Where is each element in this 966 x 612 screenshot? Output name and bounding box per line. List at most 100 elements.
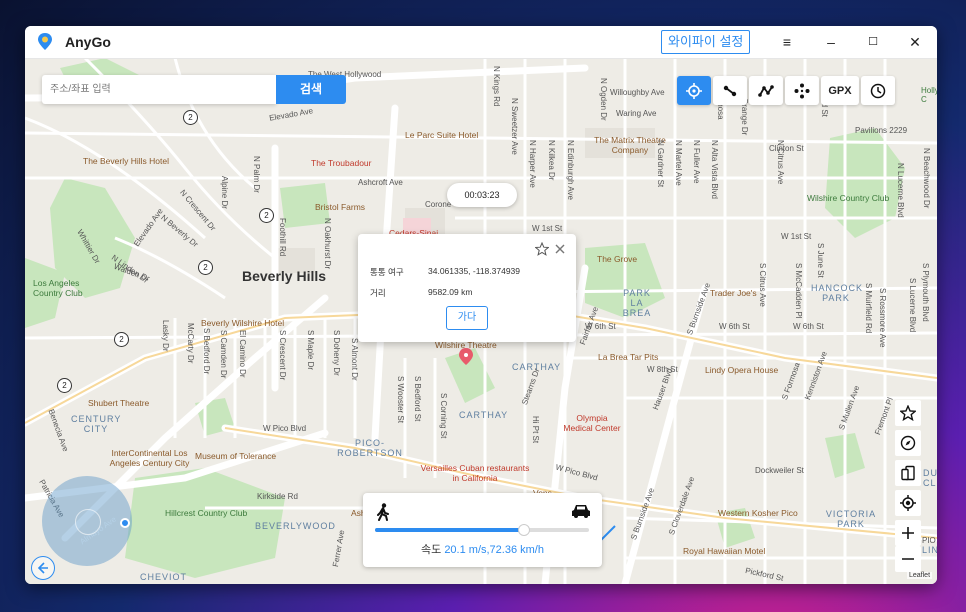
current-location-button[interactable] [895,490,921,516]
compass-icon [900,435,916,451]
map-label-ashcroft: Ashcroft Ave [358,178,403,187]
map-label-lasky: Lasky Dr [161,320,170,352]
menu-icon[interactable]: ≡ [777,32,797,52]
map-label-n-gardner: N Gardner St [656,140,665,188]
multi-spot-mode-button[interactable] [749,76,783,105]
current-position-dot [120,518,130,528]
map-label-royal-hawaiian: Royal Hawaiian Motel [683,546,766,556]
map-label-hancock-park: HANCOCK PARK [811,283,864,303]
map-label-bristol-farms: Bristol Farms [315,202,366,212]
map-label-troubadour: The Troubadour [311,158,372,168]
speed-prefix: 속도 [421,544,442,556]
map-label-n-kilkea: N Kilkea Dr [547,140,556,181]
map-label-linci: LINCI [922,545,937,555]
crosshair-icon [686,82,702,99]
joystick-handle[interactable] [75,509,101,535]
map-label-n-harper: N Harper Ave [528,140,537,188]
map-label-hollywood-right: Holly C [921,86,937,104]
map-label-dockweiler: Dockweiler St [755,466,804,475]
gpx-import-button[interactable]: GPX [821,76,859,105]
device-copy-icon [901,465,915,481]
map-label-s-bedford-2: S Bedford St [413,376,422,422]
device-screen-button[interactable] [895,460,921,486]
map-label-w-6th-2: W 6th St [719,322,750,331]
search-input[interactable] [42,75,278,104]
map-label-lindy-opera: Lindy Opera House [705,365,779,375]
plus-icon [902,527,914,539]
map-label-carthay-2: CARTHAY [459,410,509,420]
map-label-wilshire-cc: Wilshire Country Club [807,193,890,203]
search-button[interactable]: 검색 [276,75,346,104]
map-label-beverly-hills: Beverly Hills [242,268,327,284]
map-label-western-kosher: Western Kosher Pico [718,508,798,518]
speed-value: 20.1 m/s,72.36 km/h [444,544,544,556]
zoom-in-button[interactable] [895,520,921,546]
map-label-s-maple: S Maple Dr [306,330,315,371]
speed-slider-thumb[interactable] [517,524,530,536]
location-pin-logo-icon [38,33,52,50]
map-label-kirkside: Kirkside Rd [257,492,298,501]
map-label-century-city: CENTURY CITY [71,414,122,434]
wifi-settings-button[interactable]: 와이파이 설정 [661,30,751,54]
map-label-n-lucerne: N Lucerne Blvd [896,163,905,218]
map-label-alpine: Alpine Dr [220,176,229,209]
map-label-pio: PIO [922,536,936,545]
back-button[interactable] [31,556,55,580]
map-label-s-muirfield: S Muirfield Rd [864,283,873,334]
teleport-mode-button[interactable] [677,76,711,105]
minimize-button[interactable]: – [821,32,841,52]
go-button[interactable]: 가다 [446,306,488,330]
map-label-n-beachwood: N Beachwood Dr [922,148,931,209]
map-label-shubert: Shubert Theatre [88,398,150,408]
car-icon[interactable] [571,503,591,519]
zoom-out-button[interactable] [895,546,921,572]
map-label-n-citrus: N Citrus Ave [776,140,785,185]
app-window: AnyGo 와이파이 설정 ≡ – ☐ ✕ Beverly Hills The … [25,26,937,584]
map-label-pico-robertson: PICO-ROBERTSON [337,438,403,458]
joystick-mode-button[interactable] [785,76,819,105]
locate-me-icon [900,495,916,511]
route-shield: 2 [183,110,198,125]
map-label-s-citrus: S Citrus Ave [758,263,767,307]
minus-icon [902,558,914,560]
destination-coords: 34.061335, -118.374939 [428,266,521,276]
map-label-park-la-brea: PARK LA BREA [622,288,652,318]
close-button[interactable]: ✕ [905,32,925,52]
map-label-trader-joes: Trader Joe's [710,288,757,298]
map-label-coronet: Corone [425,200,452,209]
map-label-s-almont: S Almont Dr [350,338,359,381]
joystick-mode-icon [794,83,810,98]
walk-icon[interactable] [376,503,390,521]
speed-slider[interactable] [375,524,589,536]
map-label-s-crescent: S Crescent Dr [278,330,287,381]
map-label-s-june: S June St [816,243,825,278]
map-label-s-camden: S Camden Dr [219,330,228,379]
map-view[interactable]: Beverly Hills The Beverly Hills Hotel Th… [25,58,937,584]
compass-button[interactable] [895,430,921,456]
map-label-victoria-park: VICTORIA PARK [825,509,877,529]
leaflet-attribution[interactable]: Leaflet [907,572,933,579]
map-side-tools [895,400,921,576]
map-label-s-corning: S Corning St [439,393,448,439]
map-label-n-palm: N Palm Dr [252,156,261,193]
maximize-button[interactable]: ☐ [863,32,883,52]
joystick-control[interactable] [42,476,132,566]
two-spot-route-icon [723,85,737,96]
map-label-hillcrest: Hillcrest Country Club [165,508,248,518]
two-spot-mode-button[interactable] [713,76,747,105]
close-icon[interactable] [555,244,565,254]
app-title: AnyGo [65,34,111,50]
history-button[interactable] [861,76,895,105]
star-favorite-icon[interactable] [535,242,549,256]
map-label-s-lucerne: S Lucerne Blvd [908,278,917,333]
route-shield: 2 [57,378,72,393]
map-label-s-bedford: S Bedford Dr [202,328,211,375]
map-label-s-doheny: S Doheny Dr [332,330,341,376]
map-label-n-alta-vista: N Alta Vista Blvd [710,140,719,199]
distance-value: 9582.09 km [428,287,473,297]
distance-label: 거리 [370,288,386,298]
map-label-w-pico: W Pico Blvd [263,424,307,433]
map-label-n-kings: N Kings Rd [492,66,501,107]
favorites-button[interactable] [895,400,921,426]
multi-spot-route-icon [758,84,774,97]
